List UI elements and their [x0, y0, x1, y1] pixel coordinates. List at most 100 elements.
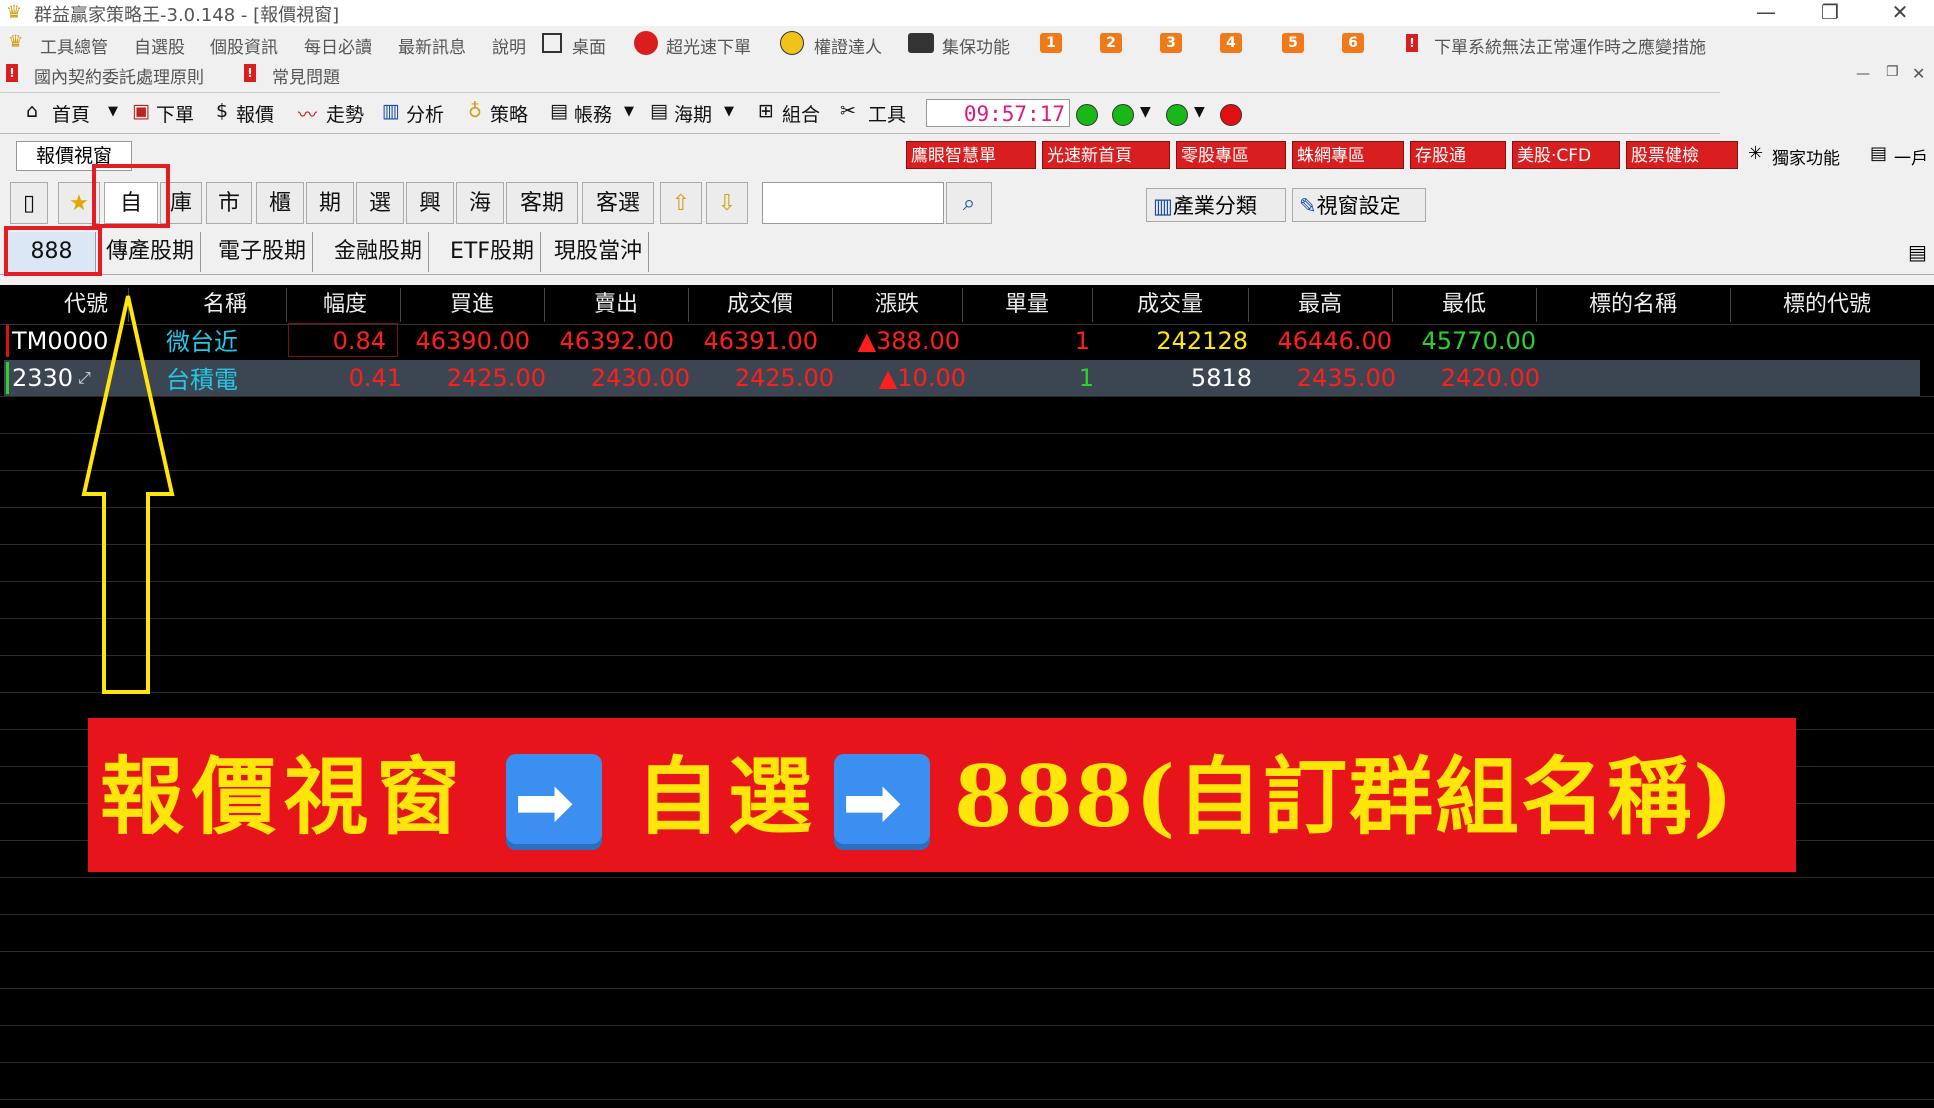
us-stock-cfd-button[interactable]: 美股‧CFD: [1512, 141, 1620, 169]
alert-icon: !: [1406, 34, 1418, 52]
analysis-icon: ▥: [382, 100, 400, 122]
menu-help[interactable]: 說明: [492, 33, 526, 58]
highlight-box-888-tab: [4, 226, 102, 276]
mdi-restore-button[interactable]: ❐: [1886, 64, 1899, 80]
table-row[interactable]: TM0000 微台近 0.84 46390.00 46392.00 46391.…: [0, 323, 1920, 359]
menu-stock-info[interactable]: 個股資訊: [210, 33, 278, 58]
col-header-underlying-name[interactable]: 標的名稱: [1536, 288, 1730, 322]
group-tab-daytrade[interactable]: 現股當沖: [548, 232, 650, 272]
mdi-minimize-button[interactable]: —: [1856, 66, 1870, 82]
toolbar-tools[interactable]: 工具: [868, 100, 906, 127]
exclusive-features-button[interactable]: 獨家功能: [1772, 144, 1840, 169]
col-header-bid[interactable]: 買進: [400, 288, 544, 322]
menu-watchlist[interactable]: 自選股: [134, 33, 185, 58]
menu-tdcc[interactable]: 集保功能: [942, 33, 1010, 58]
odd-lot-button[interactable]: 零股專區: [1176, 141, 1286, 169]
row-separator: [0, 914, 1934, 915]
tab-futures[interactable]: 期: [306, 182, 354, 224]
row-separator: [0, 951, 1934, 952]
tab-custom-futures[interactable]: 客期: [506, 182, 578, 224]
menu-faq[interactable]: 常見問題: [272, 63, 340, 88]
quick-4-button[interactable]: 4: [1220, 33, 1242, 53]
arrow-right-icon: ➡: [506, 754, 602, 850]
quick-3-button[interactable]: 3: [1160, 33, 1182, 53]
exclusive-icon: ✳: [1748, 143, 1764, 164]
stock-checkup-button[interactable]: 股票健檢: [1626, 141, 1738, 169]
mdi-close-button[interactable]: ✕: [1912, 64, 1925, 83]
clock-display: 09:57:17: [926, 99, 1070, 127]
toolbar-combo[interactable]: 組合: [782, 100, 820, 127]
toolbar-overseas[interactable]: 海期: [674, 100, 712, 127]
col-header-underlying-code[interactable]: 標的代號: [1730, 288, 1924, 322]
col-header-tick-vol[interactable]: 單量: [962, 288, 1092, 322]
menu-news[interactable]: 最新訊息: [398, 33, 466, 58]
tab-emerging[interactable]: 興: [406, 182, 454, 224]
toolbar-account[interactable]: 帳務: [574, 100, 612, 127]
maximize-button[interactable]: ❐: [1800, 0, 1860, 26]
group-tab-financial[interactable]: 金融股期: [328, 232, 430, 272]
quick-2-button[interactable]: 2: [1100, 33, 1122, 53]
toolbar-quote[interactable]: 報價: [236, 100, 274, 127]
account-icon: ▤: [1870, 143, 1888, 164]
group-tab-etf[interactable]: ETF股期: [444, 232, 541, 272]
quick-6-button[interactable]: 6: [1342, 33, 1364, 53]
menu-tools[interactable]: 工具總管: [40, 33, 108, 58]
col-header-volume[interactable]: 成交量: [1092, 288, 1248, 322]
window-settings-button[interactable]: ✎視窗設定: [1292, 188, 1426, 222]
stock-saving-button[interactable]: 存股通: [1410, 141, 1506, 169]
search-input[interactable]: [762, 182, 944, 224]
arrow-down-icon[interactable]: ⇩: [706, 182, 748, 224]
chevron-down-icon[interactable]: ▼: [724, 104, 734, 119]
chevron-down-icon[interactable]: ▼: [624, 104, 634, 119]
chevron-down-icon[interactable]: ▼: [108, 104, 118, 119]
col-header-pct[interactable]: 幅度: [290, 288, 400, 322]
group-tab-electronic[interactable]: 電子股期: [212, 232, 314, 272]
tab-overseas[interactable]: 海: [456, 182, 504, 224]
eagle-order-button[interactable]: 鷹眼智慧單: [906, 141, 1036, 169]
col-header-low[interactable]: 最低: [1392, 288, 1536, 322]
combo-icon: ⊞: [758, 100, 774, 122]
col-header-high[interactable]: 最高: [1248, 288, 1392, 322]
toolbar-trend[interactable]: 走勢: [326, 100, 364, 127]
tab-market[interactable]: 市: [206, 182, 252, 224]
menu-warrant[interactable]: 權證達人: [814, 33, 882, 58]
bulb-icon: ♁: [468, 100, 482, 122]
menu-notice[interactable]: 下單系統無法正常運作時之應變措施: [1434, 33, 1706, 58]
cell-last: 46391.00: [703, 327, 818, 355]
col-header-change[interactable]: 漲跌: [832, 288, 962, 322]
menu-contract-rules[interactable]: 國內契約委託處理原則: [34, 63, 204, 88]
col-header-name[interactable]: 名稱: [160, 288, 290, 322]
quick-5-button[interactable]: 5: [1282, 33, 1304, 53]
spider-zone-button[interactable]: 蛛網專區: [1292, 141, 1404, 169]
toolbar-strategy[interactable]: 策略: [490, 100, 528, 127]
clipboard-icon[interactable]: ▤: [1908, 240, 1927, 264]
industry-category-button[interactable]: ▥產業分類: [1146, 188, 1286, 222]
tab-options[interactable]: 選: [356, 182, 404, 224]
close-button[interactable]: ✕: [1870, 0, 1930, 26]
chevron-down-icon[interactable]: ▼: [1140, 104, 1151, 120]
status-green-icon: [1076, 104, 1098, 126]
toolbar-home[interactable]: 首頁: [52, 100, 90, 127]
chevron-down-icon[interactable]: ▼: [1194, 104, 1205, 120]
col-header-ask[interactable]: 賣出: [544, 288, 688, 322]
menu-desktop[interactable]: 桌面: [572, 33, 606, 58]
group-tab-traditional[interactable]: 傳產股期: [100, 232, 202, 272]
chart-icon: ▥: [1153, 194, 1173, 218]
menu-speed-order[interactable]: 超光速下單: [666, 33, 751, 58]
quick-1-button[interactable]: 1: [1040, 33, 1062, 53]
col-header-last[interactable]: 成交價: [688, 288, 832, 322]
one-account-button[interactable]: 一戶: [1894, 144, 1928, 169]
tab-otc[interactable]: 櫃: [256, 182, 304, 224]
tab-custom-options[interactable]: 客選: [582, 182, 654, 224]
arrow-up-icon[interactable]: ⇧: [660, 182, 702, 224]
menu-daily[interactable]: 每日必讀: [304, 33, 372, 58]
new-page-icon[interactable]: ▯: [10, 182, 48, 224]
toolbar-order[interactable]: 下單: [156, 100, 194, 127]
minimize-button[interactable]: —: [1736, 0, 1796, 26]
search-icon[interactable]: ⌕: [946, 182, 992, 224]
table-row-selected[interactable]: 2330 ⤢ 台積電 0.41 2425.00 2430.00 2425.00 …: [4, 360, 1920, 396]
desktop-icon: [542, 33, 562, 53]
speed-home-button[interactable]: 光速新首頁: [1042, 141, 1170, 169]
cell-high: 46446.00: [1277, 327, 1392, 355]
toolbar-analysis[interactable]: 分析: [406, 100, 444, 127]
